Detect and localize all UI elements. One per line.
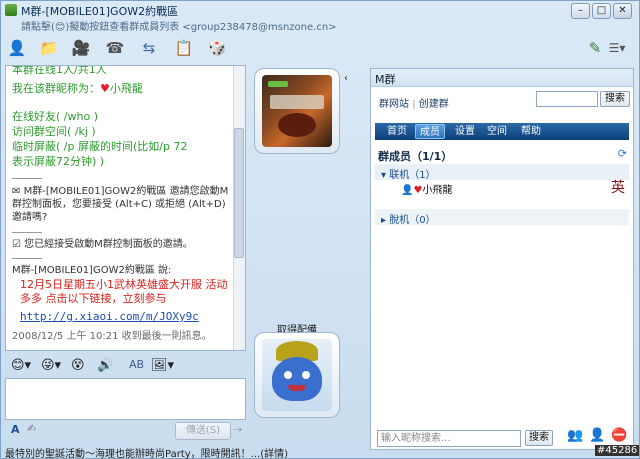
font-style-icon[interactable]: A [11,423,20,436]
panel-links: 群网站 | 创建群 [379,99,449,110]
offline-group[interactable]: ▸ 脫机（0） [375,209,629,226]
system-message: ✉ M群-[MOBILE01]GOW2約戰區 邀請您啟動M群控制面板，您要接受 … [12,186,229,223]
group-panel: M群 群网站 | 创建群 搜索 首页 成员 设置 空间 帮助 群成员（1/1） … [370,68,634,450]
send-file-icon[interactable]: 📁 [39,38,59,58]
tab-home[interactable]: 首页 [383,124,411,139]
add-member-icon[interactable]: 👥 [567,428,583,443]
chat-scrollbar[interactable] [233,66,245,350]
games-icon[interactable]: 🎲 [207,38,227,58]
envelope-icon: ✉ [12,186,21,197]
chat-line: 临时屏蔽( /p 屏蔽的时间(比如/p 72 [12,140,188,153]
collapse-arrow-icon[interactable]: ‹ [344,73,348,84]
close-button[interactable]: ✕ [613,3,632,19]
activities-icon[interactable]: 📋 [174,38,194,58]
check-icon: ☑ [12,239,21,250]
rank-icon: 英 [611,180,625,196]
input-bar: A ✍ 傳送(S) ⇢ [5,421,246,441]
status-bar[interactable]: 最特別的聖誕活動～海理也能辦時尚Party，限時開訊！...(詳情) [5,445,288,459]
group-search-input[interactable] [536,91,598,107]
wink-icon[interactable]: 😜▾ [41,358,61,373]
chat-line: 表示屏蔽72分钟) ) [12,155,105,168]
emoticon-icon[interactable]: 😊▾ [11,358,31,373]
promo-link[interactable]: http://g.xiaoi.com/m/JOXy9c [20,310,199,323]
nickname-label: 我在该群昵称为： [12,82,100,95]
font-icon[interactable]: AB [129,358,144,371]
divider [12,178,42,179]
slime-knight-image [262,339,332,411]
member-row[interactable]: 👤♥小飛龍 [401,181,452,196]
tab-space[interactable]: 空间 [483,124,511,139]
group-website-link[interactable]: 群网站 [379,99,409,110]
chat-line: 在线好友( /who ) [12,110,98,123]
chat-history[interactable]: 本群在线1人/共1人 我在该群昵称为：♥小飛龍 在线好友( /who ) 访问群… [5,65,246,351]
sender-line: M群-[MOBILE01]GOW2約戰區 說: [12,265,172,276]
chat-line: 访问群空间( /kj ) [12,125,96,138]
system-message: ☑ 您已經接受啟動M群控制面板的邀請。 [12,239,193,250]
panel-tabs: 首页 成员 设置 空间 帮助 [375,123,629,140]
voice-clip-icon[interactable]: 🔊 [97,358,113,373]
send-button[interactable]: 傳送(S) [175,422,231,440]
heart-icon: ♥ [100,82,110,95]
online-group[interactable]: ▾ 联机（1） [375,164,629,181]
last-received-timestamp: 2008/12/5 上午 10:21 收到最後一則訊息。 [12,331,212,342]
block-member-icon[interactable]: ⛔ [611,428,627,443]
chat-line: 我在该群昵称为：♥小飛龍 [12,82,234,96]
video-icon[interactable]: 🎥 [71,38,91,58]
nickname-value: 小飛龍 [109,82,143,95]
send-options-icon[interactable]: ⇢ [233,423,242,436]
minimize-button[interactable]: – [571,3,590,19]
refresh-icon[interactable]: ⟳ [618,147,627,160]
nickname-search-input[interactable]: 输入昵称搜索... [377,430,521,447]
tab-settings[interactable]: 设置 [451,124,479,139]
tab-help[interactable]: 帮助 [517,124,545,139]
window-subtitle: 請點擊(😊)擬動按鈕查看群成員列表 <group238478@msnzone.c… [21,22,337,33]
watermark: #45286 [595,445,640,456]
title-bar: M群-[MOBILE01]GOW2約戰區 請點擊(😊)擬動按鈕查看群成員列表 <… [1,1,639,35]
nickname-search-button[interactable]: 搜索 [525,430,553,446]
user-icon: 👤 [401,185,414,196]
panel-header: M群 [371,69,633,87]
nudge-icon[interactable]: 😵 [71,358,85,373]
members-header: 群成员（1/1） ⟳ [378,147,627,163]
format-toolbar: 😊▾ 😜▾ 😵 🔊 AB 🖼▾ [5,355,246,377]
divider [12,232,42,233]
invite-icon[interactable]: 👤 [7,38,27,58]
message-input[interactable] [5,378,246,420]
messenger-window: M群-[MOBILE01]GOW2約戰區 請點擊(😊)擬動按鈕查看群成員列表 <… [0,0,640,459]
game-cover-image [262,75,332,147]
divider [12,258,42,259]
maximize-button[interactable]: □ [592,3,611,19]
pen-icon[interactable]: ✎ [585,38,605,58]
background-icon[interactable]: 🖼▾ [151,358,174,373]
my-avatar[interactable] [254,332,340,418]
toolbar: 👤 📁 🎥 ☎ ⇆ 📋 🎲 ✎ ☰▾ [1,35,639,63]
scroll-thumb[interactable] [234,128,244,258]
tab-members[interactable]: 成员 [415,124,445,139]
chat-line: 本群在线1人/共1人 [12,65,107,76]
promo-message: 12月5日星期五小1武林英雄盛大开服 活动多多 点击以下链接，立刻参与 [20,278,228,305]
window-title: M群-[MOBILE01]GOW2約戰區 [21,5,179,18]
create-group-link[interactable]: 创建群 [419,99,449,110]
group-search-button[interactable]: 搜索 [600,91,630,107]
handwriting-icon[interactable]: ✍ [27,422,36,435]
remove-member-icon[interactable]: 👤 [589,428,605,443]
menu-icon[interactable]: ☰▾ [607,38,627,58]
contact-avatar[interactable] [254,68,340,154]
voice-call-icon[interactable]: ☎ [105,38,125,58]
app-icon [5,4,17,16]
share-icon[interactable]: ⇆ [139,38,159,58]
